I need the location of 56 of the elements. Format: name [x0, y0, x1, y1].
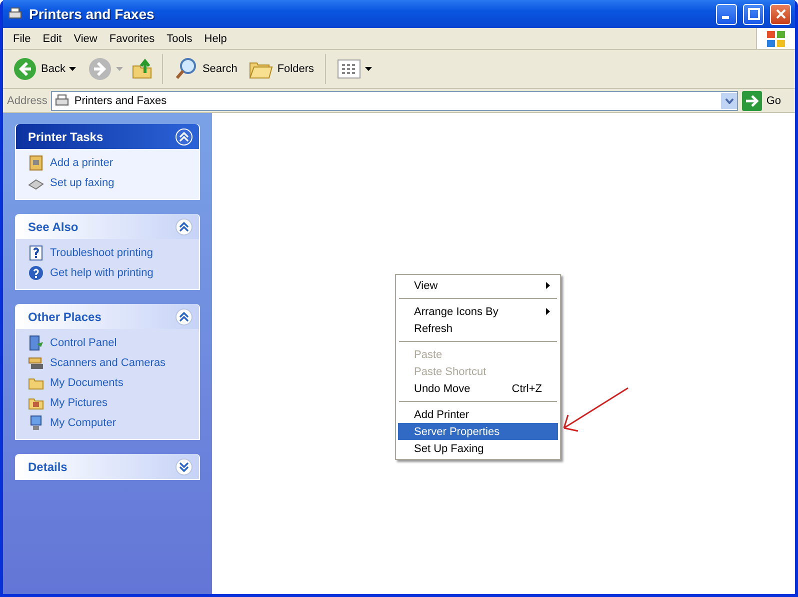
task-link[interactable]: My Computer	[50, 415, 116, 431]
minimize-icon	[722, 16, 728, 19]
arrow-drawing	[563, 387, 629, 432]
help-icon	[28, 265, 44, 281]
address-field[interactable]: Printers and Faxes	[51, 90, 738, 110]
caret-icon[interactable]	[365, 67, 372, 71]
menu-item[interactable]: Help	[198, 32, 233, 44]
menu-item[interactable]: View	[68, 32, 104, 44]
task-link[interactable]: Scanners and Cameras	[50, 355, 166, 371]
menu-item[interactable]: View	[398, 277, 558, 294]
task-link[interactable]: My Pictures	[50, 395, 108, 411]
panel-header[interactable]: See Also	[16, 214, 199, 239]
computer-icon	[28, 415, 44, 431]
collapse-icon[interactable]	[175, 308, 193, 326]
menu-item[interactable]: Tools	[160, 32, 198, 44]
maximize-button[interactable]	[743, 4, 764, 24]
chevron-down-icon	[724, 98, 734, 104]
menu-item[interactable]: Add Printer	[398, 406, 558, 423]
task-link[interactable]: My Documents	[50, 375, 124, 391]
menu-item[interactable]: Arrange Icons By	[398, 303, 558, 320]
menu-item[interactable]: File	[7, 32, 37, 44]
help-page-icon	[28, 245, 44, 261]
control-panel-icon	[28, 335, 44, 351]
address-text: Printers and Faxes	[74, 94, 168, 106]
close-icon	[774, 8, 786, 20]
maximize-icon	[748, 8, 760, 20]
close-button[interactable]	[770, 4, 791, 24]
dropdown-button[interactable]	[721, 92, 738, 108]
back-button[interactable]: Back	[9, 55, 80, 83]
task-link[interactable]: Set up faxing	[50, 175, 114, 191]
window-title: Printers and Faxes	[29, 6, 156, 22]
menu-item[interactable]: Refresh	[398, 320, 558, 337]
menu-item[interactable]: Server Properties	[398, 423, 558, 440]
panel-header[interactable]: Details	[16, 454, 199, 479]
search-button[interactable]: Search	[170, 55, 242, 83]
grid-view-icon	[337, 59, 362, 79]
shortcut-label: Ctrl+Z	[512, 382, 543, 394]
folders-button[interactable]: Folders	[245, 56, 318, 82]
task-link[interactable]: Add a printer	[50, 155, 113, 171]
address-label: Address	[7, 94, 48, 106]
go-button[interactable]: Go	[742, 90, 791, 110]
caret-icon[interactable]	[69, 67, 76, 71]
panel-header[interactable]: Printer Tasks	[16, 124, 199, 149]
minimize-button[interactable]	[716, 4, 737, 24]
collapse-icon[interactable]	[175, 218, 193, 236]
task-link[interactable]: Get help with printing	[50, 265, 154, 281]
menu-item[interactable]: Set Up Faxing	[398, 440, 558, 457]
expand-icon[interactable]	[175, 458, 193, 476]
task-link[interactable]: Troubleshoot printing	[50, 245, 153, 261]
search-icon	[174, 57, 198, 81]
menu-item[interactable]: Edit	[36, 32, 68, 44]
menu-item[interactable]: Undo Move Ctrl+Z	[398, 380, 558, 397]
panel-header[interactable]: Other Places	[16, 304, 199, 329]
task-link[interactable]: Control Panel	[50, 335, 117, 351]
scanner-icon	[28, 355, 44, 371]
menu-item[interactable]: Favorites	[103, 32, 161, 44]
